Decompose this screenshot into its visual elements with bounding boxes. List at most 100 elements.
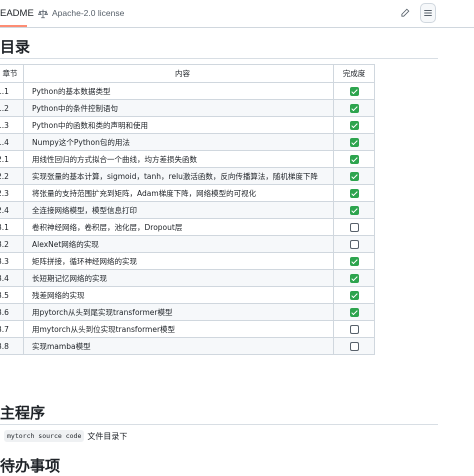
checked-checkbox[interactable] [349,307,359,317]
checked-checkbox[interactable] [349,290,359,300]
checked-checkbox[interactable] [349,154,359,164]
table-header-row: 章节 内容 完成度 [0,64,375,83]
done-cell [333,82,375,100]
checked-checkbox[interactable] [349,137,359,147]
table-row: 3.5残差网络的实现 [0,286,375,304]
scale-icon [38,9,48,18]
done-cell [333,269,375,287]
checked-checkbox[interactable] [349,86,359,96]
table-row: 3.6用pytorch从头到尾实现transformer模型 [0,303,375,321]
chapter-cell: 3.3 [0,252,24,270]
content-cell: 将张量的支持范围扩充到矩阵，Adam梯度下降，网络模型的可视化 [23,184,334,202]
checked-checkbox[interactable] [349,205,359,215]
tab-readme[interactable]: EADME [0,3,34,24]
done-cell [333,320,375,338]
done-cell [333,201,375,219]
table-row: 3.3矩阵拼接，循环神经网络的实现 [0,252,375,270]
done-cell [333,133,375,151]
done-cell [333,337,375,355]
content-cell: 矩阵拼接，循环神经网络的实现 [23,252,334,270]
table-row: 3.8实现mamba模型 [0,337,375,355]
content-cell: 残差网络的实现 [23,286,334,304]
content-cell: Numpy这个Python包的用法 [23,133,334,151]
done-cell [333,116,375,134]
content-cell: 实现张量的基本计算，sigmoid，tanh，relu激活函数，反向传播算法，随… [23,167,334,185]
tab-license-label: Apache-2.0 license [52,8,125,18]
chapter-cell: 3.1 [0,218,24,236]
checked-checkbox[interactable] [349,171,359,181]
description-text: 文件目录下 [87,431,128,441]
checked-checkbox[interactable] [349,256,359,266]
done-cell [333,218,375,236]
chapter-cell: 2.2 [0,167,24,185]
chapter-cell: 3.2 [0,235,24,253]
heading-divider [0,424,438,425]
content-cell: Python中的条件控制语句 [23,99,334,117]
chapter-cell: 1.1 [0,82,24,100]
content-cell: 卷积神经网络，卷积层，池化层，Dropout层 [23,218,334,236]
edit-button[interactable] [396,5,414,21]
done-cell [333,150,375,168]
chapter-cell: 1.2 [0,99,24,117]
table-row: 1.3Python中的函数和类的声明和使用 [0,116,375,134]
chapter-cell: 3.4 [0,269,24,287]
todo-heading: 待办事项 [0,457,61,475]
chapter-cell: 1.3 [0,116,24,134]
unchecked-checkbox[interactable] [349,239,359,249]
header-done: 完成度 [333,64,375,83]
header-chapter: 章节 [0,64,24,83]
unchecked-checkbox[interactable] [349,341,359,351]
main-program-description: mytorch source code 文件目录下 [4,430,127,442]
done-cell [333,303,375,321]
chapter-cell: 1.4 [0,133,24,151]
table-row: 2.2实现张量的基本计算，sigmoid，tanh，relu激活函数，反向传播算… [0,167,375,185]
chapter-cell: 2.4 [0,201,24,219]
table-row: 3.2AlexNet网络的实现 [0,235,375,253]
list-icon [424,10,432,16]
chapter-cell: 3.7 [0,320,24,338]
unchecked-checkbox[interactable] [349,222,359,232]
done-cell [333,286,375,304]
checked-checkbox[interactable] [349,273,359,283]
table-row: 1.2Python中的条件控制语句 [0,99,375,117]
tab-readme-underline [0,25,27,27]
content-cell: 用线性回归的方式拟合一个曲线，均方差损失函数 [23,150,334,168]
chapter-cell: 2.3 [0,184,24,202]
checked-checkbox[interactable] [349,188,359,198]
readme-tabbar: EADME Apache-2.0 license [0,0,474,28]
content-cell: 用mytorch从头到位实现transformer模型 [23,320,334,338]
tab-license[interactable]: Apache-2.0 license [38,3,124,24]
toc-heading: 目录 [0,38,31,56]
content-cell: Python的基本数据类型 [23,82,334,100]
table-row: 2.4全连接网络模型，模型信息打印 [0,201,375,219]
chapter-cell: 3.6 [0,303,24,321]
header-content: 内容 [23,64,334,83]
content-cell: 用pytorch从头到尾实现transformer模型 [23,303,334,321]
table-row: 2.3将张量的支持范围扩充到矩阵，Adam梯度下降，网络模型的可视化 [0,184,375,202]
heading-divider [0,58,438,59]
table-row: 1.4Numpy这个Python包的用法 [0,133,375,151]
table-row: 3.7用mytorch从头到位实现transformer模型 [0,320,375,338]
done-cell [333,167,375,185]
chapter-cell: 3.8 [0,337,24,355]
checked-checkbox[interactable] [349,103,359,113]
table-row: 1.1Python的基本数据类型 [0,82,375,100]
table-row: 2.1用线性回归的方式拟合一个曲线，均方差损失函数 [0,150,375,168]
inline-code: mytorch source code [4,430,85,442]
chapter-cell: 3.5 [0,286,24,304]
pencil-icon [401,8,410,17]
checked-checkbox[interactable] [349,120,359,130]
table-row: 3.4长短期记忆网络的实现 [0,269,375,287]
unchecked-checkbox[interactable] [349,324,359,334]
done-cell [333,99,375,117]
done-cell [333,184,375,202]
main-program-heading: 主程序 [0,404,46,422]
content-cell: 全连接网络模型，模型信息打印 [23,201,334,219]
done-cell [333,235,375,253]
table-row: 3.1卷积神经网络，卷积层，池化层，Dropout层 [0,218,375,236]
toc-table: 章节 内容 完成度 1.1Python的基本数据类型1.2Python中的条件控… [0,64,375,355]
outline-menu-button[interactable] [420,3,436,23]
content-cell: 长短期记忆网络的实现 [23,269,334,287]
chapter-cell: 2.1 [0,150,24,168]
done-cell [333,252,375,270]
